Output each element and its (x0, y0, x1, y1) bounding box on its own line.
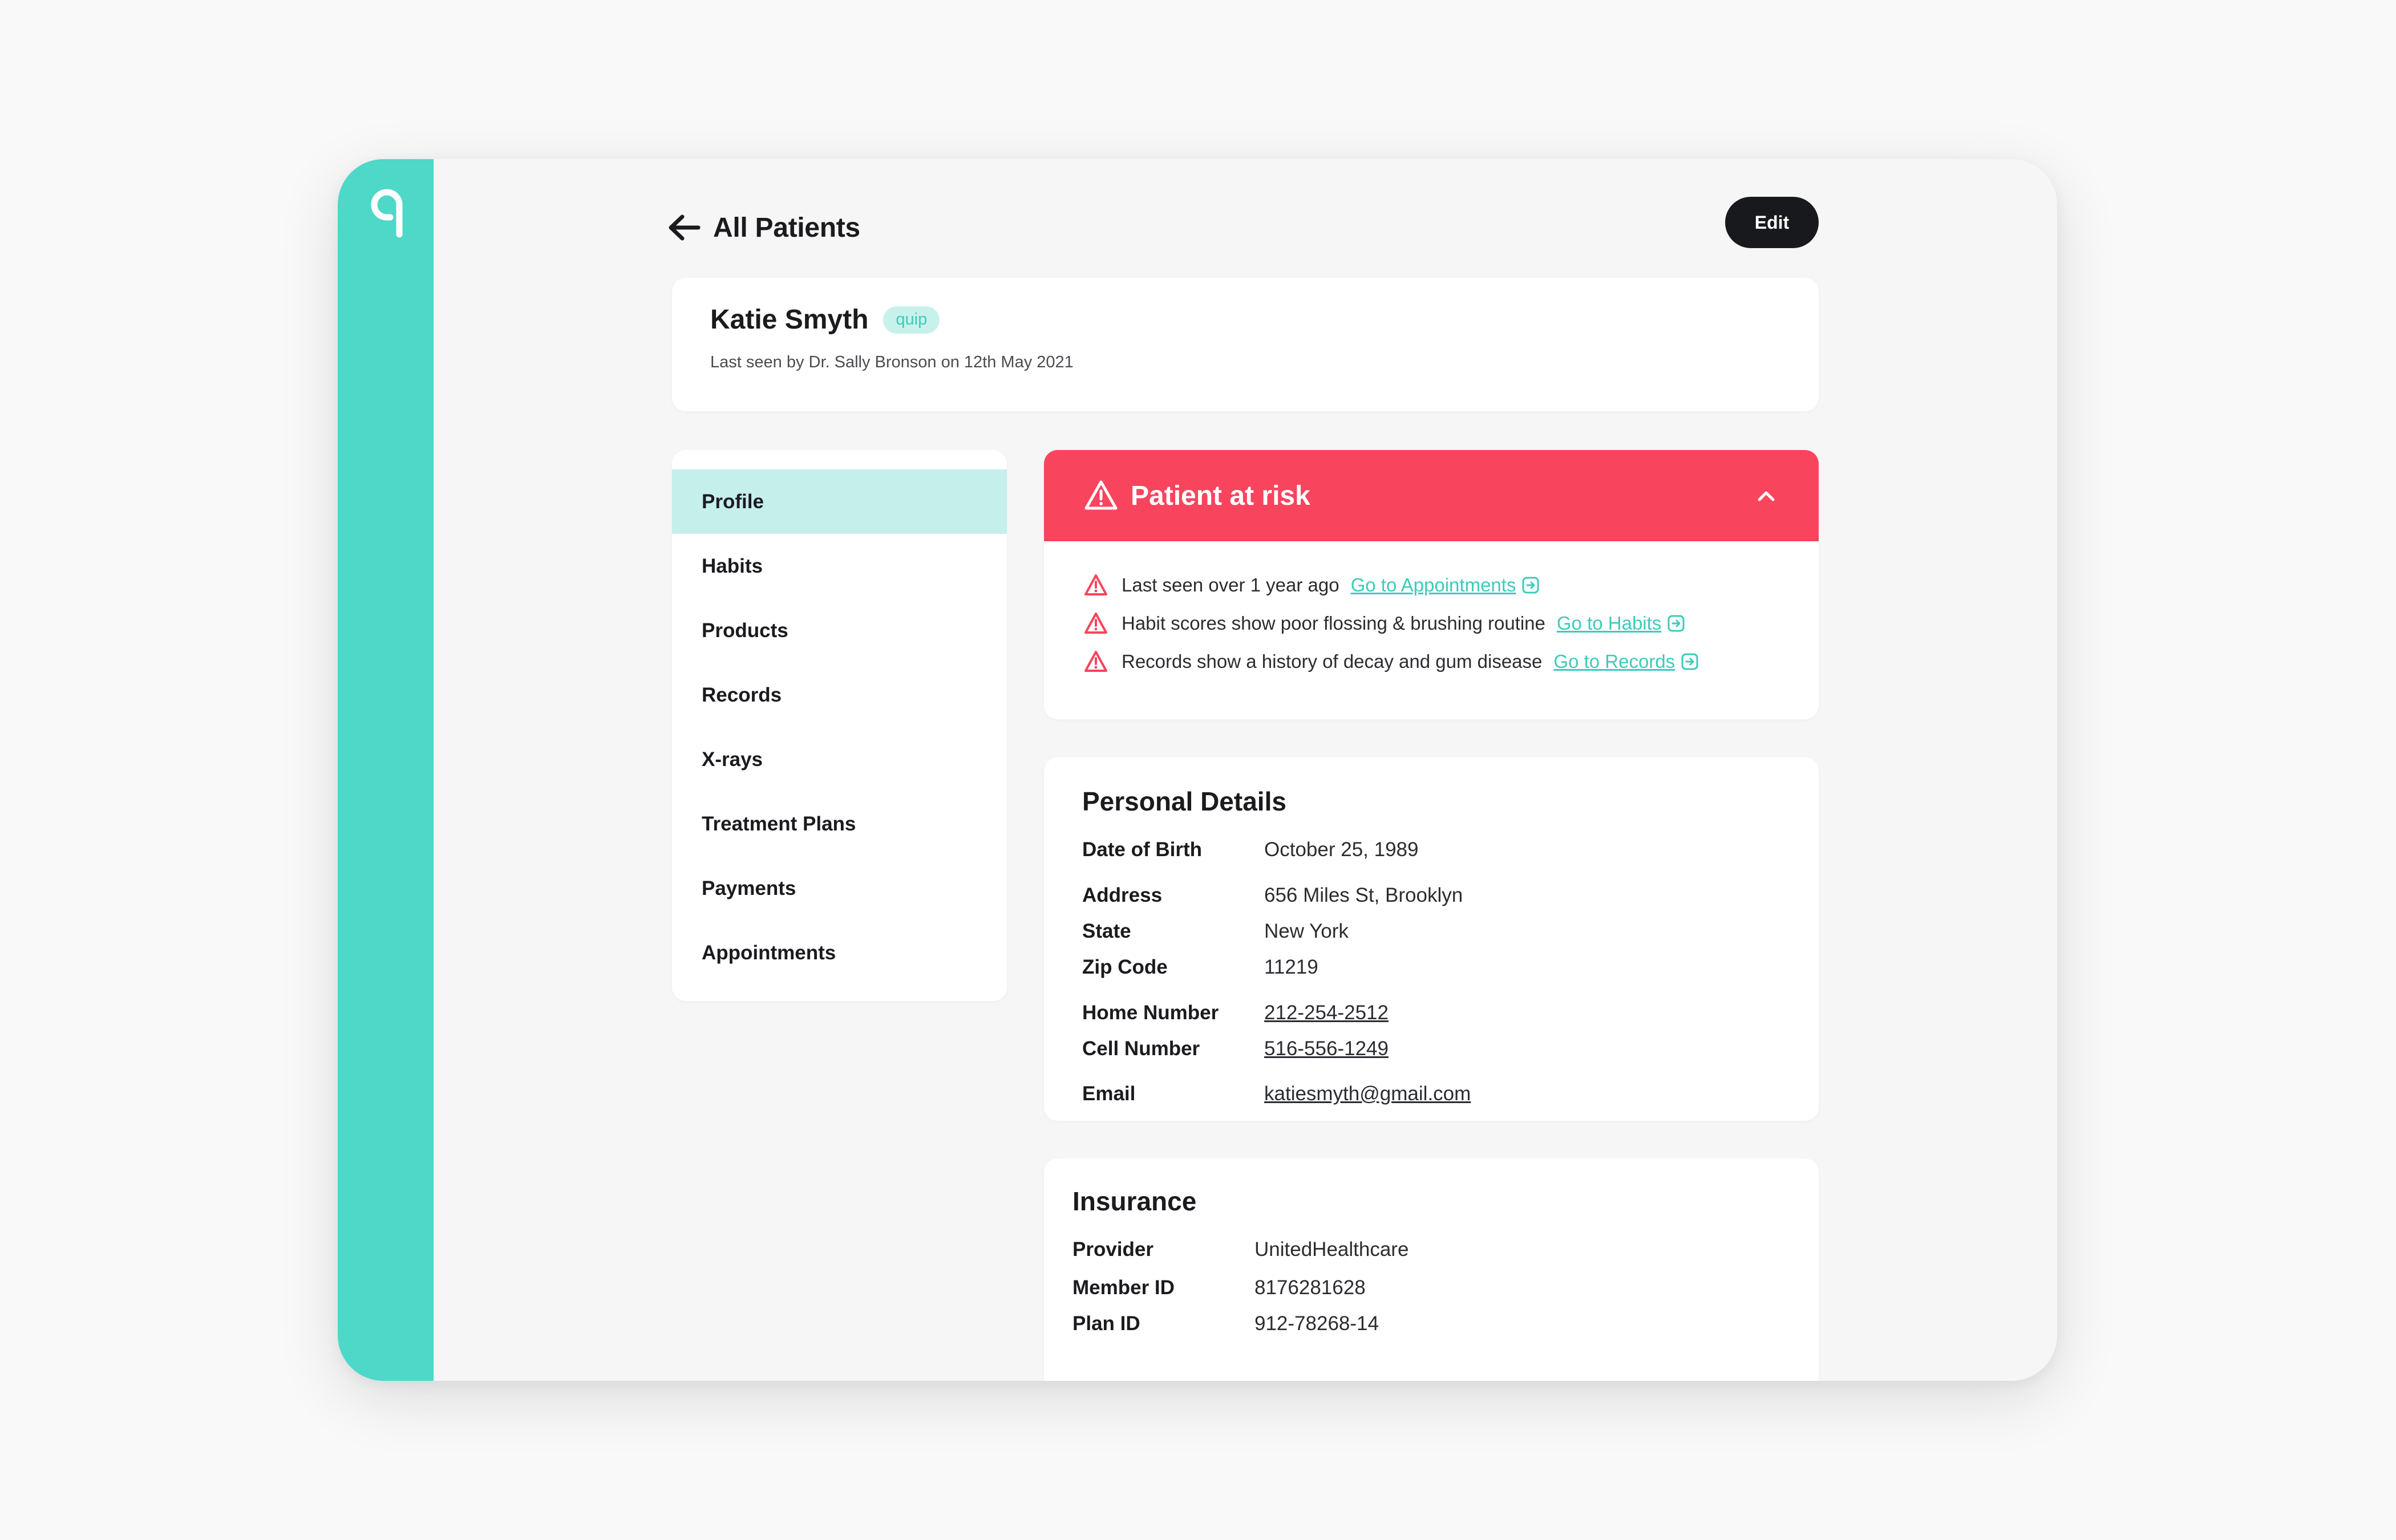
quip-logo-icon[interactable] (367, 188, 407, 239)
detail-label: Provider (1072, 1238, 1154, 1261)
patient-summary-card: Katie Smyth quip Last seen by Dr. Sally … (672, 278, 1819, 411)
home-number-link[interactable]: 212-254-2512 (1264, 1002, 1389, 1024)
address-value: 656 Miles St, Brooklyn (1264, 884, 1463, 906)
cell-number-link[interactable]: 516-556-1249 (1264, 1038, 1389, 1060)
warning-icon (1084, 613, 1107, 634)
risk-title: Patient at risk (1131, 480, 1310, 511)
risk-item: Records show a history of decay and gum … (1084, 646, 1699, 677)
quip-badge: quip (883, 306, 940, 334)
risk-header[interactable]: Patient at risk (1044, 450, 1819, 541)
insurance-card: Insurance Provider UnitedHealthcare Memb… (1044, 1158, 1819, 1381)
personal-details-title: Personal Details (1082, 787, 1286, 816)
detail-label: Cell Number (1082, 1038, 1200, 1060)
state-value: New York (1264, 920, 1349, 942)
nav-item-records[interactable]: Records (672, 663, 1007, 727)
risk-link-label[interactable]: Go to Habits (1557, 613, 1661, 634)
nav-item-x-rays[interactable]: X-rays (672, 727, 1007, 792)
patient-name-row: Katie Smyth quip (710, 304, 940, 335)
date-of-birth-value: October 25, 1989 (1264, 838, 1419, 861)
risk-item-text: Records show a history of decay and gum … (1122, 651, 1543, 672)
detail-label: State (1082, 920, 1131, 942)
insurance-title: Insurance (1072, 1186, 1197, 1216)
detail-label: Zip Code (1082, 956, 1168, 978)
risk-link-label[interactable]: Go to Appointments (1351, 574, 1516, 596)
detail-label: Email (1082, 1083, 1136, 1105)
chevron-up-icon[interactable] (1755, 484, 1778, 507)
app-window: All Patients Edit Katie Smyth quip Last … (338, 159, 2057, 1381)
detail-label: Date of Birth (1082, 838, 1202, 861)
warning-icon (1084, 480, 1118, 510)
external-link-icon[interactable] (1521, 576, 1540, 594)
patient-at-risk-panel: Patient at risk Last seen over 1 year ag… (1044, 450, 1819, 719)
nav-item-habits[interactable]: Habits (672, 534, 1007, 598)
risk-item-text: Habit scores show poor flossing & brushi… (1122, 613, 1545, 634)
back-to-all-patients[interactable]: All Patients (667, 205, 860, 250)
risk-item: Last seen over 1 year ago Go to Appointm… (1084, 570, 1540, 601)
risk-link-label[interactable]: Go to Records (1553, 651, 1675, 672)
plan-id-value: 912-78268-14 (1254, 1312, 1379, 1335)
profile-nav: Profile Habits Products Records X-rays T… (672, 450, 1007, 1001)
risk-item-text: Last seen over 1 year ago (1122, 574, 1339, 595)
nav-item-products[interactable]: Products (672, 598, 1007, 663)
edit-button[interactable]: Edit (1725, 197, 1819, 248)
external-link-icon[interactable] (1681, 653, 1699, 671)
detail-label: Plan ID (1072, 1312, 1140, 1335)
go-to-records-link[interactable]: Go to Records (1553, 651, 1699, 672)
patient-name: Katie Smyth (710, 305, 869, 335)
risk-item: Habit scores show poor flossing & brushi… (1084, 608, 1685, 639)
member-id-value: 8176281628 (1254, 1276, 1366, 1299)
nav-item-appointments[interactable]: Appointments (672, 921, 1007, 985)
warning-icon (1084, 574, 1107, 595)
nav-item-profile[interactable]: Profile (672, 469, 1007, 534)
external-link-icon[interactable] (1667, 614, 1685, 633)
nav-item-treatment-plans[interactable]: Treatment Plans (672, 792, 1007, 856)
email-link[interactable]: katiesmyth@gmail.com (1264, 1083, 1471, 1105)
nav-item-payments[interactable]: Payments (672, 856, 1007, 921)
go-to-habits-link[interactable]: Go to Habits (1557, 613, 1685, 634)
go-to-appointments-link[interactable]: Go to Appointments (1351, 574, 1540, 596)
last-seen-text: Last seen by Dr. Sally Bronson on 12th M… (710, 353, 1074, 371)
provider-value: UnitedHealthcare (1254, 1238, 1409, 1261)
arrow-left-icon[interactable] (667, 213, 701, 242)
detail-label: Address (1082, 884, 1163, 906)
app-sidebar (338, 159, 434, 1381)
personal-details-card: Personal Details Date of Birth October 2… (1044, 757, 1819, 1121)
detail-label: Home Number (1082, 1002, 1219, 1024)
warning-icon (1084, 651, 1107, 672)
zip-code-value: 11219 (1264, 956, 1318, 978)
detail-label: Member ID (1072, 1276, 1175, 1299)
page-title[interactable]: All Patients (713, 212, 860, 244)
